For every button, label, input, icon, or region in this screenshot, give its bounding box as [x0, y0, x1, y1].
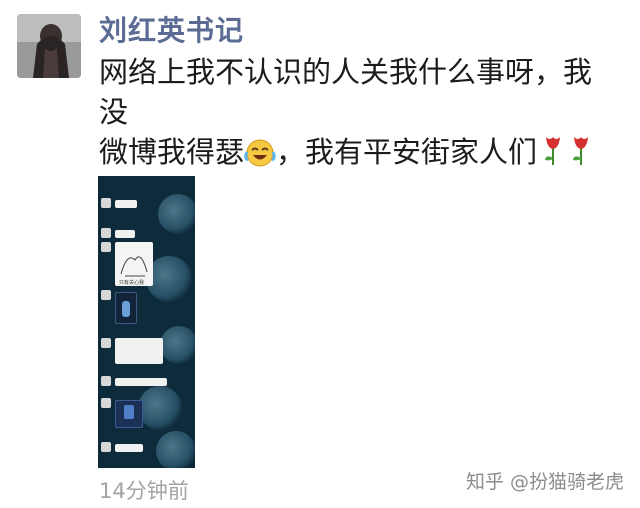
post-timestamp: 14分钟前	[99, 479, 189, 503]
moments-post-card: 刘红英书记 网络上我不认识的人关我什么事呀，我没 微博我得瑟 ，我有平安街家人们	[0, 0, 640, 508]
chat-avatar	[101, 442, 111, 452]
chat-avatar	[101, 338, 111, 348]
image-caption: 只有关心我	[119, 279, 144, 286]
chat-bubble	[115, 378, 167, 386]
bokeh-light	[138, 386, 182, 430]
bokeh-light	[160, 326, 195, 364]
post-text-line-2-part-1: 微博我得瑟	[99, 135, 245, 169]
author-avatar[interactable]	[17, 14, 81, 78]
post-text-line-1: 网络上我不认识的人关我什么事呀，我没	[99, 55, 593, 129]
bokeh-light	[156, 431, 195, 468]
chat-bubble	[115, 230, 135, 238]
chat-avatar	[101, 228, 111, 238]
tulip-emoji-icon	[541, 134, 565, 176]
chat-image-video	[115, 400, 143, 428]
chat-avatar	[101, 376, 111, 386]
bokeh-light	[158, 194, 195, 234]
author-name[interactable]: 刘红英书记	[99, 14, 244, 48]
chat-avatar	[101, 290, 111, 300]
chat-avatar	[101, 198, 111, 208]
chat-bubble	[115, 338, 163, 364]
chat-avatar	[101, 242, 111, 252]
tulip-emoji-icon	[569, 134, 593, 176]
chat-bubble	[115, 200, 137, 208]
chat-image-photo	[115, 292, 137, 324]
chat-avatar	[101, 398, 111, 408]
chat-bubble	[115, 444, 143, 452]
laughing-crying-emoji-icon	[244, 138, 276, 178]
chat-screenshot-thumbnail[interactable]: 只有关心我	[98, 176, 195, 468]
post-text-line-2: 微博我得瑟 ，我有平安街家人们	[99, 132, 619, 178]
post-text-line-2-part-2: ，我有平安街家人们	[276, 135, 538, 169]
zhihu-watermark: 知乎 @扮猫骑老虎	[465, 471, 624, 493]
chat-image-sketch: 只有关心我	[115, 242, 153, 286]
